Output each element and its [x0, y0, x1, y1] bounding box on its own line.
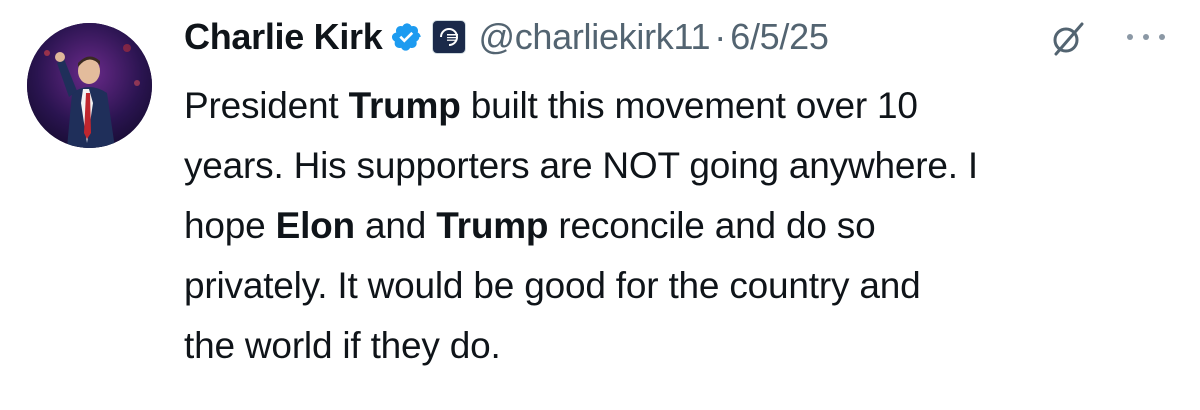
- tweet-line-3: hope Elon and Trump reconcile and do so: [184, 196, 1184, 256]
- display-name[interactable]: Charlie Kirk: [184, 16, 383, 58]
- tweet-line-2: years. His supporters are NOT going anyw…: [184, 145, 978, 186]
- bold-trump: Trump: [436, 205, 549, 246]
- tweet-line-1: President Trump built this movement over…: [184, 76, 1184, 136]
- tweet-text: President Trump built this movement over…: [184, 76, 1184, 376]
- separator-dot: ·: [714, 16, 727, 57]
- avatar[interactable]: [27, 23, 152, 148]
- text-segment: President: [184, 85, 349, 126]
- tweet-line-5: the world if they do.: [184, 325, 501, 366]
- text-segment: built this movement over 10: [460, 85, 918, 126]
- bold-trump: Trump: [348, 85, 461, 126]
- author-handle[interactable]: @charliekirk11: [478, 16, 710, 58]
- tweet-header: Charlie Kirk @charliekirk11 · 6/5/25: [184, 10, 829, 64]
- text-segment: reconcile and do so: [548, 205, 876, 246]
- bold-elon: Elon: [275, 205, 356, 246]
- more-icon[interactable]: [1122, 30, 1170, 44]
- grok-icon[interactable]: [1048, 18, 1088, 58]
- turning-point-usa-logo[interactable]: [432, 20, 467, 54]
- text-segment: hope: [184, 205, 276, 246]
- verified-badge-icon[interactable]: [391, 21, 423, 53]
- tweet-date[interactable]: 6/5/25: [730, 16, 829, 58]
- tweet-line-4: privately. It would be good for the coun…: [184, 265, 921, 306]
- text-segment: and: [354, 205, 437, 246]
